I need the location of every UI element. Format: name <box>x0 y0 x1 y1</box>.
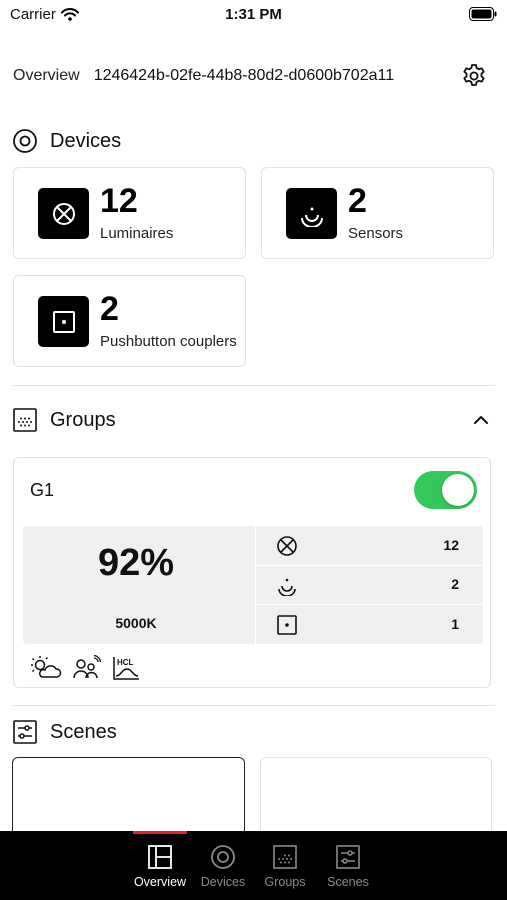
sensor-icon <box>276 574 298 596</box>
status-bar: Carrier 1:31 PM <box>0 0 507 30</box>
group-card[interactable]: G1 92% 5000K 12 2 1 HCL <box>13 457 491 688</box>
scenes-section-title: Scenes <box>12 719 117 745</box>
sensors-label: Sensors <box>348 225 404 242</box>
battery-icon <box>469 7 497 21</box>
groups-tab-icon <box>271 843 299 871</box>
groups-icon <box>12 407 38 433</box>
group-pushbuttons-count: 1 <box>451 616 459 632</box>
pushbutton-couplers-card[interactable]: 2 Pushbutton couplers <box>13 275 246 367</box>
group-luminaires-row: 12 <box>256 526 483 565</box>
group-sensors-count: 2 <box>451 576 459 592</box>
devices-title: Devices <box>50 129 122 152</box>
group-name: G1 <box>30 480 55 500</box>
group-status-panel: 92% 5000K 12 2 1 <box>23 526 483 644</box>
group-pushbuttons-row: 1 <box>256 605 483 644</box>
tab-bar: Overview Devices Groups Scenes <box>0 831 507 900</box>
sensor-icon <box>286 188 337 239</box>
divider <box>12 705 495 706</box>
overview-header: Overview 1246424b-02fe-44b8-80d2-d0600b7… <box>13 58 493 94</box>
luminaires-count: 12 <box>100 182 138 220</box>
luminaires-label: Luminaires <box>100 225 174 242</box>
scenes-title: Scenes <box>50 720 117 743</box>
pushbutton-couplers-label: Pushbutton couplers <box>100 333 237 350</box>
groups-title: Groups <box>50 408 116 431</box>
tab-label: Devices <box>200 875 246 889</box>
scene-card[interactable] <box>12 757 245 837</box>
devices-section-title: Devices <box>12 128 121 154</box>
groups-section-title: Groups <box>12 407 116 433</box>
scene-card[interactable] <box>260 757 492 837</box>
luminaire-icon <box>276 535 298 557</box>
group-level: 92% <box>97 542 175 584</box>
gear-icon[interactable] <box>461 63 487 89</box>
occupancy-icon <box>73 655 102 679</box>
pushbutton-couplers-count: 2 <box>100 290 119 328</box>
clock: 1:31 PM <box>225 6 282 23</box>
group-color-temperature: 5000K <box>115 615 157 631</box>
sensors-card[interactable]: 2 Sensors <box>261 167 494 259</box>
tab-scenes[interactable]: Scenes <box>310 831 386 900</box>
devices-icon <box>12 128 38 154</box>
svg-text:HCL: HCL <box>117 658 134 667</box>
luminaires-card[interactable]: 12 Luminaires <box>13 167 246 259</box>
divider <box>12 385 495 386</box>
chevron-up-icon[interactable] <box>473 412 489 428</box>
sensors-count: 2 <box>348 182 367 220</box>
active-tab-indicator <box>133 831 187 834</box>
pushbutton-icon <box>276 614 298 636</box>
overview-label: Overview <box>13 67 80 84</box>
scenes-icon <box>12 719 38 745</box>
hcl-icon: HCL <box>113 657 139 680</box>
luminaire-icon <box>38 188 89 239</box>
group-luminaires-count: 12 <box>443 537 459 553</box>
pushbutton-icon <box>38 296 89 347</box>
devices-tab-icon <box>209 843 237 871</box>
daylight-icon <box>31 656 62 678</box>
tab-label: Scenes <box>327 875 369 889</box>
installation-id: 1246424b-02fe-44b8-80d2-d0600b702a11 <box>93 67 395 84</box>
overview-tab-icon <box>146 843 174 871</box>
scenes-tab-icon <box>334 843 362 871</box>
group-sensors-row: 2 <box>256 565 483 604</box>
group-toggle[interactable] <box>414 471 477 509</box>
toggle-knob <box>442 474 474 506</box>
tab-label: Groups <box>264 875 306 889</box>
tab-label: Overview <box>133 875 187 889</box>
group-features: HCL <box>30 655 140 681</box>
